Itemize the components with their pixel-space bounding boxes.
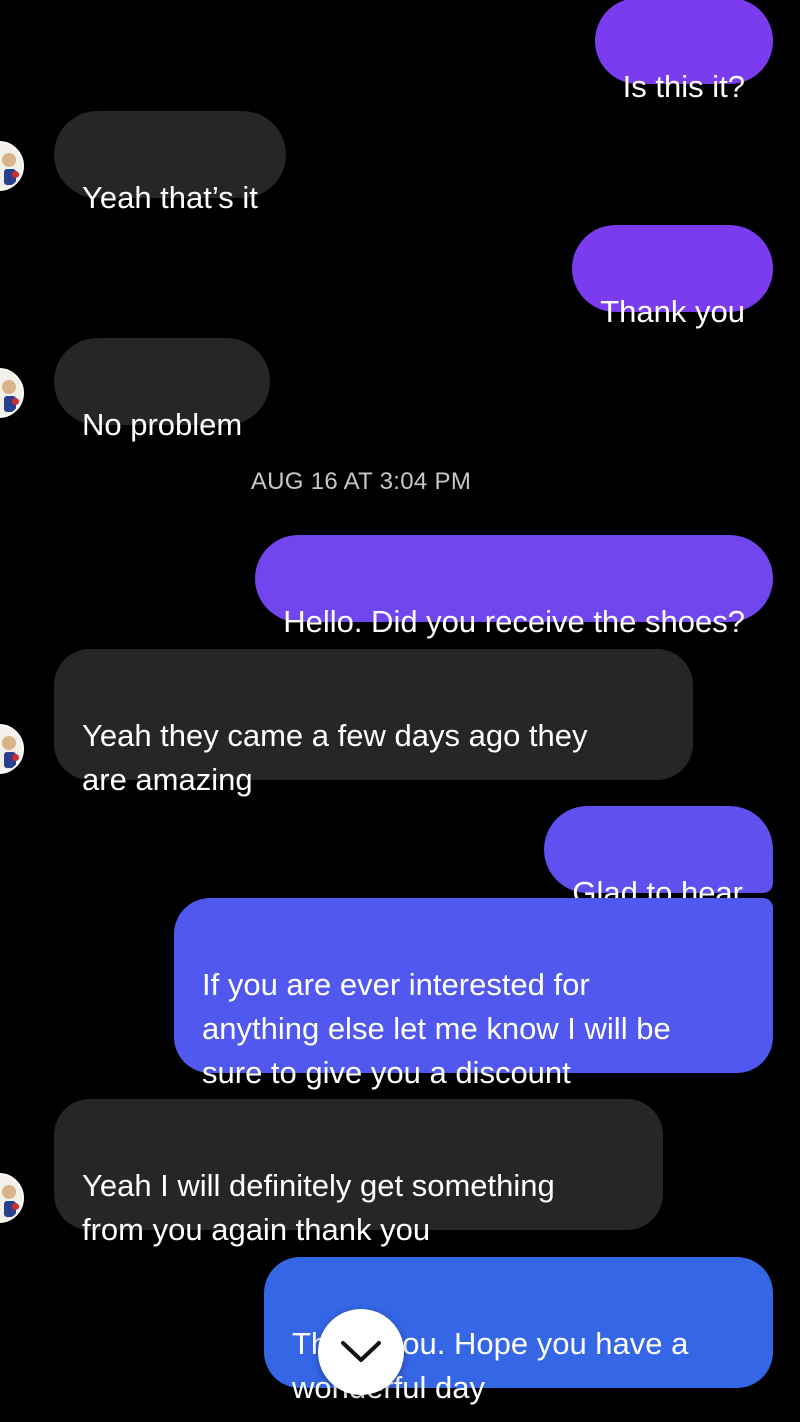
message-incoming[interactable]: No problem (54, 338, 271, 442)
contact-avatar[interactable] (0, 141, 24, 191)
message-outgoing[interactable]: Is this it? (594, 0, 773, 104)
timestamp-divider: AUG 16 AT 3:04 PM (250, 468, 472, 495)
message-incoming[interactable]: Yeah they came a few days ago they are a… (54, 649, 693, 797)
message-incoming[interactable]: Yeah I will definitely get something fro… (54, 1099, 663, 1247)
message-outgoing[interactable]: If you are ever interested for anything … (174, 898, 773, 1090)
message-text: Yeah that’s it (82, 180, 258, 215)
scroll-to-bottom-button[interactable] (318, 1309, 404, 1395)
message-outgoing[interactable]: Hello. Did you receive the shoes? (255, 535, 773, 639)
message-text: Yeah they came a few days ago they are a… (82, 718, 588, 797)
contact-avatar[interactable] (0, 1173, 24, 1223)
message-text: Is this it? (622, 69, 745, 104)
message-incoming[interactable]: Yeah that’s it (54, 111, 286, 215)
chevron-down-icon (341, 1341, 381, 1362)
message-text: Thank you (600, 294, 745, 329)
message-outgoing[interactable]: Thank you (572, 225, 773, 329)
message-text: No problem (82, 407, 243, 442)
contact-avatar[interactable] (0, 368, 24, 418)
contact-avatar[interactable] (0, 724, 24, 774)
message-text: Hello. Did you receive the shoes? (283, 604, 745, 639)
message-text: Yeah I will definitely get something fro… (82, 1168, 555, 1247)
message-outgoing[interactable]: Glad to hear (544, 806, 773, 955)
message-text: If you are ever interested for anything … (202, 967, 671, 1090)
